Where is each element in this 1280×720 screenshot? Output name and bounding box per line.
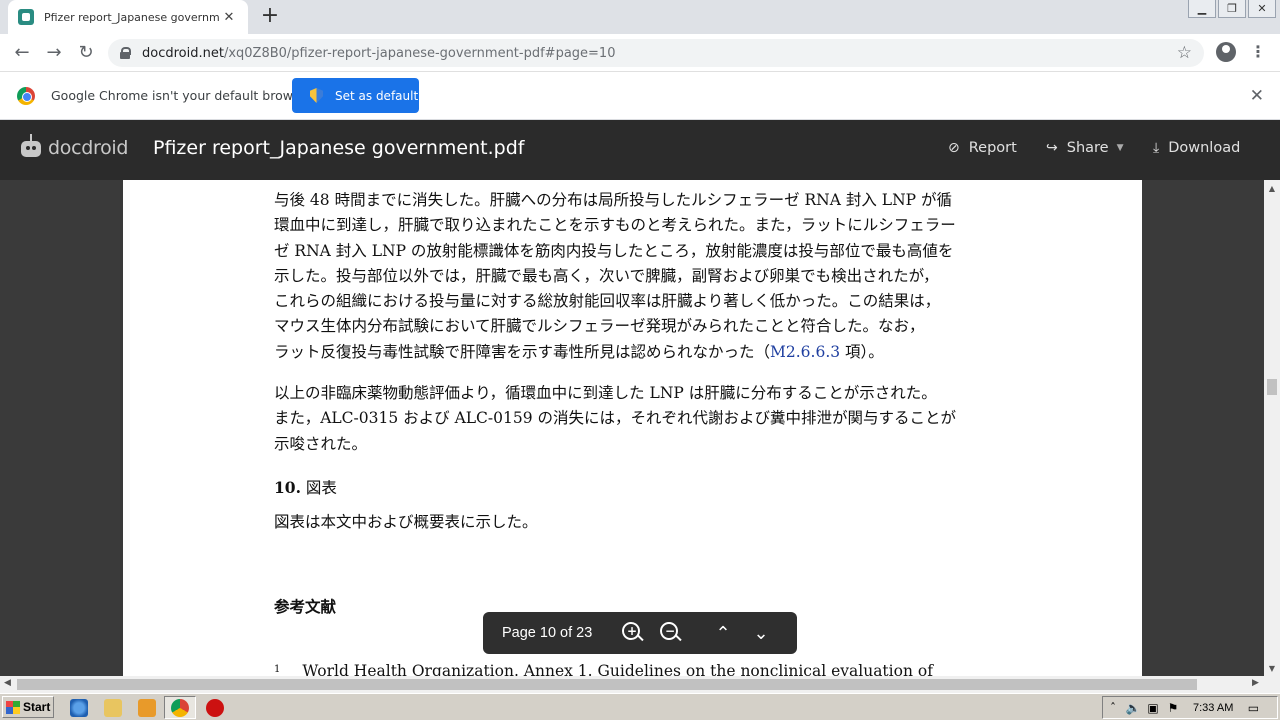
media-player-icon[interactable] <box>138 699 156 717</box>
url-text[interactable]: docdroid.net/xq0Z8B0/pfizer-report-japan… <box>142 46 615 61</box>
infobar-message: Google Chrome isn't your default browser <box>51 88 313 103</box>
chrome-taskbar-button[interactable] <box>164 696 196 719</box>
system-tray: ˆ 🔈 ▣ ⚑ 7:33 AM ▭ <box>1102 696 1278 719</box>
bookmark-star-icon[interactable]: ☆ <box>1177 43 1192 63</box>
scrollbar-corner <box>1264 676 1280 693</box>
network-icon[interactable]: ▣ <box>1143 701 1163 715</box>
tab-close-icon[interactable]: ✕ <box>220 10 238 25</box>
share-icon: ↪ <box>1046 140 1058 156</box>
download-button[interactable]: ⤓ Download <box>1153 140 1240 156</box>
folder-icon[interactable] <box>104 699 122 717</box>
internet-explorer-icon[interactable] <box>70 699 88 717</box>
paragraph-2: 以上の非臨床薬物動態評価より，循環血中に到達した LNP は肝臓に分布することが… <box>274 384 957 453</box>
set-as-default-label: Set as default <box>335 88 419 103</box>
scroll-up-arrow-icon[interactable]: ▲ <box>1264 184 1280 193</box>
uac-shield-icon <box>310 88 323 103</box>
tray-expand-icon[interactable]: ˆ <box>1103 701 1123 715</box>
window-close-button[interactable]: ✕ <box>1248 0 1276 18</box>
stop-icon[interactable] <box>206 699 224 717</box>
vertical-scrollbar[interactable]: ▲ ▼ <box>1264 180 1280 676</box>
scroll-left-arrow-icon[interactable]: ◀ <box>4 678 11 688</box>
horizontal-scroll-thumb[interactable] <box>17 679 1197 690</box>
tab-strip: Pfizer report_Japanese government.pdf ✕ … <box>0 0 1280 34</box>
show-desktop-icon[interactable]: ▭ <box>1243 701 1263 715</box>
minimize-button[interactable]: ▁ <box>1188 0 1216 18</box>
scroll-right-arrow-icon[interactable]: ▶ <box>1252 678 1259 688</box>
pdf-viewer[interactable]: 与後 48 時間までに消失した。肝臓への分布は局所投与したルシフェラーゼ RNA… <box>0 180 1264 676</box>
chrome-logo-icon <box>17 86 35 105</box>
browser-toolbar: ← → ↻ docdroid.net/xq0Z8B0/pfizer-report… <box>0 34 1280 72</box>
volume-icon[interactable]: 🔈 <box>1123 701 1143 715</box>
section-heading: 10. 図表 <box>274 478 337 497</box>
address-bar[interactable]: docdroid.net/xq0Z8B0/pfizer-report-japan… <box>108 39 1204 67</box>
chrome-menu-icon[interactable]: ⋮ <box>1250 42 1266 62</box>
start-button[interactable]: Start <box>2 696 54 718</box>
taskbar-clock[interactable]: 7:33 AM <box>1193 702 1233 714</box>
default-browser-infobar: Google Chrome isn't your default browser… <box>0 72 1280 120</box>
footnote-1: 1 World Health Organization. Annex 1. Gui… <box>274 662 933 676</box>
anyrun-watermark: ANY RUN <box>1038 609 1148 676</box>
zoom-out-icon[interactable]: − <box>650 621 688 645</box>
report-button[interactable]: ⊘ Report <box>948 140 1017 156</box>
page-controls: Page 10 of 23 + − ⌃ ⌄ <box>483 612 797 654</box>
paragraph-1: 与後 48 時間までに消失した。肝臓への分布は局所投与したルシフェラーゼ RNA… <box>274 191 956 361</box>
browser-tab[interactable]: Pfizer report_Japanese government.pdf ✕ <box>8 0 248 34</box>
back-arrow-icon[interactable]: ← <box>10 41 34 65</box>
set-as-default-button[interactable]: Set as default <box>292 78 419 113</box>
previous-page-icon[interactable]: ⌃ <box>704 623 742 644</box>
share-button[interactable]: ↪ Share ▼ <box>1046 140 1124 156</box>
horizontal-scrollbar[interactable]: ◀ ▶ <box>0 676 1264 693</box>
vertical-scroll-thumb[interactable] <box>1267 379 1277 395</box>
docdroid-favicon-icon <box>18 9 34 25</box>
cross-reference-link[interactable]: M2.6.6.3 <box>770 343 840 361</box>
chrome-icon <box>171 699 189 717</box>
next-page-icon[interactable]: ⌄ <box>742 623 780 644</box>
docdroid-header: docdroid Pfizer report_Japanese governme… <box>0 120 1280 180</box>
restore-button[interactable]: ❐ <box>1218 0 1246 18</box>
chevron-down-icon: ▼ <box>1116 143 1124 153</box>
section-text: 図表は本文中および概要表に示した。 <box>274 513 538 531</box>
reload-icon[interactable]: ↻ <box>74 41 98 65</box>
docdroid-logo[interactable]: docdroid <box>20 134 128 162</box>
lock-icon[interactable] <box>120 47 131 59</box>
window-controls: ▁ ❐ ✕ <box>1186 0 1276 18</box>
scroll-down-arrow-icon[interactable]: ▼ <box>1264 664 1280 673</box>
forward-arrow-icon[interactable]: → <box>42 41 66 65</box>
tab-title: Pfizer report_Japanese government.pdf <box>44 10 220 24</box>
profile-icon[interactable] <box>1216 42 1236 62</box>
brand-name: docdroid <box>48 137 129 159</box>
page-indicator: Page 10 of 23 <box>502 625 593 641</box>
windows-logo-icon <box>6 700 20 714</box>
action-center-flag-icon[interactable]: ⚑ <box>1163 701 1183 715</box>
infobar-close-icon[interactable]: ✕ <box>1250 86 1264 106</box>
robot-icon <box>20 134 42 162</box>
download-icon: ⤓ <box>1153 140 1160 156</box>
windows-taskbar: Start ˆ 🔈 ▣ ⚑ 7:33 AM ▭ <box>0 693 1280 720</box>
zoom-in-icon[interactable]: + <box>612 621 650 645</box>
report-icon: ⊘ <box>948 140 960 156</box>
references-heading: 参考文献 <box>274 597 337 616</box>
pdf-page: 与後 48 時間までに消失した。肝臓への分布は局所投与したルシフェラーゼ RNA… <box>123 180 1142 676</box>
new-tab-button[interactable]: + <box>258 4 282 28</box>
document-title: Pfizer report_Japanese government.pdf <box>153 137 525 159</box>
